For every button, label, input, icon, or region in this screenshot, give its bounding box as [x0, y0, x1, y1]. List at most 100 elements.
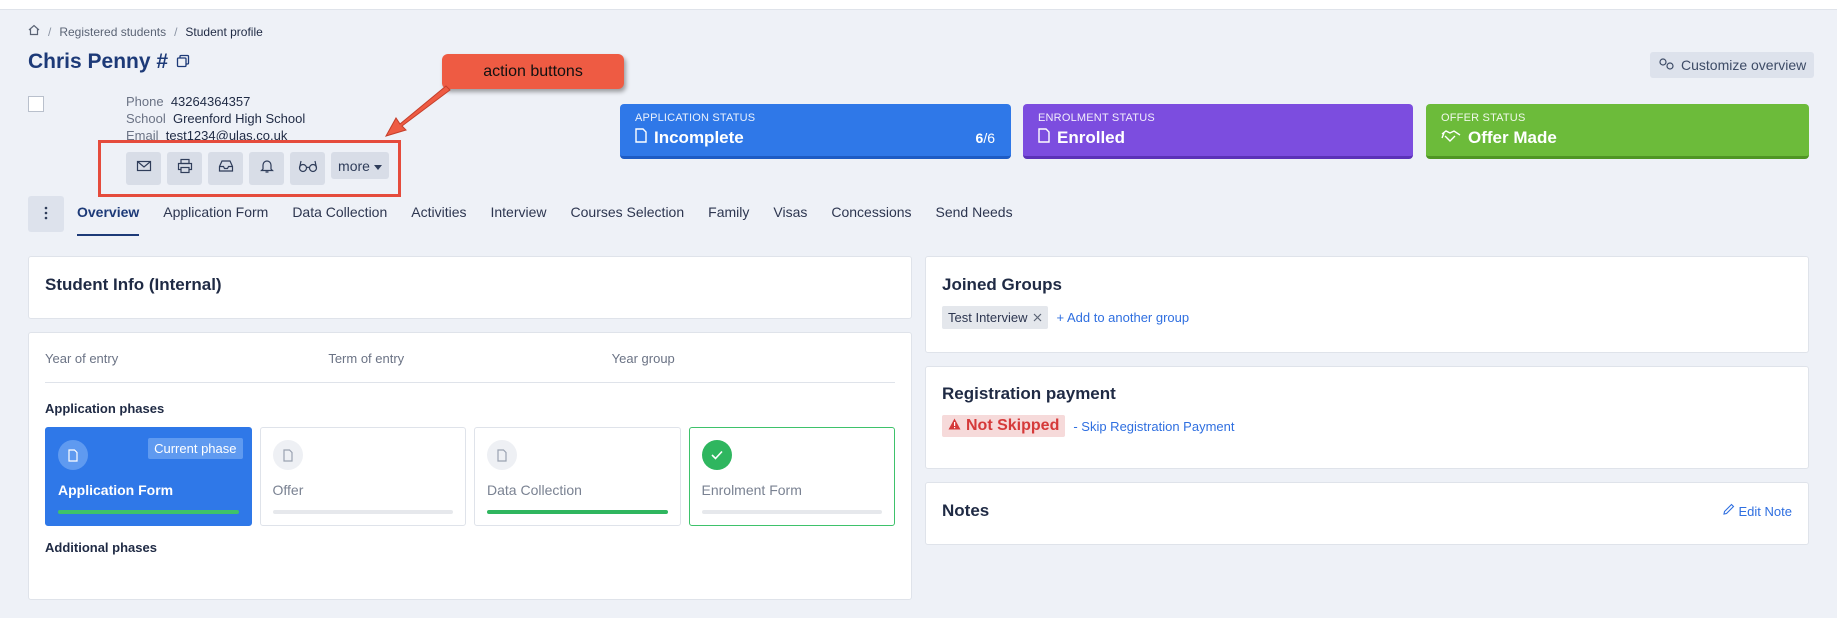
phase-offer[interactable]: Offer [259, 427, 466, 526]
breadcrumb-student-profile: Student profile [185, 24, 263, 39]
year-group-label: Year group [611, 351, 675, 366]
top-bar [0, 0, 1837, 10]
action-buttons: more [126, 152, 389, 185]
glasses-icon [298, 159, 318, 178]
phase-progress-bar [272, 510, 453, 514]
enrolment-status-value: Enrolled [1057, 128, 1126, 147]
view-button[interactable] [290, 152, 325, 185]
phase-progress-bar [701, 510, 882, 514]
phase-application-form[interactable]: Current phase Application Form [45, 427, 252, 526]
phase-enrolment-form[interactable]: Enrolment Form [688, 427, 895, 526]
tab-application-form[interactable]: Application Form [163, 204, 268, 236]
skip-registration-payment-link[interactable]: - Skip Registration Payment [1073, 419, 1234, 434]
not-skipped-badge: Not Skipped [942, 415, 1066, 437]
tab-send-needs[interactable]: Send Needs [936, 204, 1013, 236]
phone-value: 43264364357 [170, 94, 251, 109]
breadcrumb: / Registered students / Student profile [28, 24, 263, 39]
add-to-group-link[interactable]: + Add to another group [1056, 310, 1189, 325]
breadcrumb-separator: / [48, 24, 52, 39]
not-skipped-label: Not Skipped [966, 417, 1060, 434]
tab-overview[interactable]: Overview [77, 204, 140, 236]
check-icon [701, 440, 732, 470]
entry-fields: Year of entry Term of entry Year group [45, 351, 895, 383]
enrolment-status-card[interactable]: ENROLMENT STATUS Enrolled [1023, 104, 1413, 159]
kebab-menu-button[interactable] [28, 196, 64, 232]
print-button[interactable] [167, 152, 202, 185]
current-phase-badge: Current phase [148, 438, 243, 459]
tab-visas[interactable]: Visas [773, 204, 807, 236]
phase-progress-bar [487, 510, 668, 514]
vertical-dots-icon [44, 206, 48, 223]
phase-name: Data Collection [487, 482, 582, 498]
student-name: Chris Penny # [28, 50, 169, 73]
application-phases: Current phase Application Form Offer Dat… [45, 427, 895, 526]
student-photo [28, 96, 44, 112]
document-icon [635, 128, 647, 148]
page-title: Chris Penny # [28, 50, 190, 74]
handshake-icon [1441, 128, 1461, 148]
annotation-arrow [384, 85, 451, 137]
pencil-icon [1722, 502, 1735, 520]
joined-groups-card: Joined Groups Test Interview + Add to an… [925, 256, 1809, 353]
document-icon [272, 440, 303, 470]
close-icon[interactable] [1033, 310, 1042, 325]
caret-down-icon [373, 158, 382, 174]
application-phases-title: Application phases [45, 401, 165, 416]
email-button[interactable] [126, 152, 161, 185]
phase-name: Offer [272, 482, 304, 498]
document-icon [487, 440, 517, 470]
tab-data-collection[interactable]: Data Collection [292, 204, 387, 236]
term-of-entry-label: Term of entry [328, 351, 405, 366]
registration-payment-card: Registration payment Not Skipped - Skip … [925, 366, 1809, 469]
inbox-button[interactable] [208, 152, 243, 185]
application-progress-count: 6/6 [976, 130, 995, 146]
registration-payment-title: Registration payment [942, 384, 1116, 403]
document-icon [58, 440, 88, 470]
tab-activities[interactable]: Activities [411, 204, 466, 236]
breadcrumb-registered-students[interactable]: Registered students [59, 25, 166, 39]
phase-data-collection[interactable]: Data Collection [474, 427, 681, 526]
notification-button[interactable] [249, 152, 284, 185]
group-chip: Test Interview [942, 306, 1049, 329]
school-label: School [126, 111, 166, 126]
customize-overview-button[interactable]: Customize overview [1650, 52, 1815, 78]
tab-interview[interactable]: Interview [490, 204, 546, 236]
application-status-value: Incomplete [654, 128, 744, 147]
home-icon[interactable] [28, 24, 40, 39]
student-info-internal-title: Student Info (Internal) [45, 275, 222, 294]
offer-status-value: Offer Made [1468, 128, 1557, 147]
joined-groups-title: Joined Groups [942, 275, 1062, 294]
profile-tabs: Overview Application Form Data Collectio… [77, 204, 1037, 236]
phase-progress-bar [58, 510, 239, 514]
additional-phases-title: Additional phases [45, 540, 157, 555]
edit-note-button[interactable]: Edit Note [1722, 502, 1792, 520]
phase-name: Application Form [58, 482, 174, 498]
application-status-label: APPLICATION STATUS [635, 112, 756, 124]
tab-family[interactable]: Family [708, 204, 749, 236]
breadcrumb-separator: / [174, 24, 178, 39]
printer-icon [177, 158, 193, 179]
offer-status-card[interactable]: OFFER STATUS Offer Made [1426, 104, 1809, 159]
copy-icon[interactable] [176, 50, 190, 74]
student-info-internal-card: Student Info (Internal) [28, 256, 912, 319]
tab-concessions[interactable]: Concessions [831, 204, 911, 236]
offer-status-label: OFFER STATUS [1441, 112, 1526, 124]
inbox-icon [218, 159, 234, 178]
application-status-card[interactable]: APPLICATION STATUS Incomplete 6/6 [620, 104, 1011, 159]
envelope-icon [136, 159, 152, 178]
student-contact-info: Phone 43264364357 School Greenford High … [126, 93, 305, 144]
tab-courses-selection[interactable]: Courses Selection [571, 204, 685, 236]
student-details-card: Year of entry Term of entry Year group A… [28, 332, 912, 600]
bell-icon [259, 158, 275, 179]
more-label: more [338, 157, 370, 174]
year-of-entry-label: Year of entry [45, 351, 119, 366]
phase-name: Enrolment Form [701, 482, 802, 498]
edit-note-label: Edit Note [1738, 503, 1792, 519]
more-button[interactable]: more [331, 152, 389, 179]
annotation-callout-text: action buttons [483, 62, 583, 80]
document-icon [1038, 128, 1050, 148]
customize-overview-label: Customize overview [1681, 57, 1807, 73]
notes-title: Notes [942, 501, 990, 520]
enrolment-status-label: ENROLMENT STATUS [1038, 112, 1155, 124]
phone-label: Phone [126, 94, 164, 109]
